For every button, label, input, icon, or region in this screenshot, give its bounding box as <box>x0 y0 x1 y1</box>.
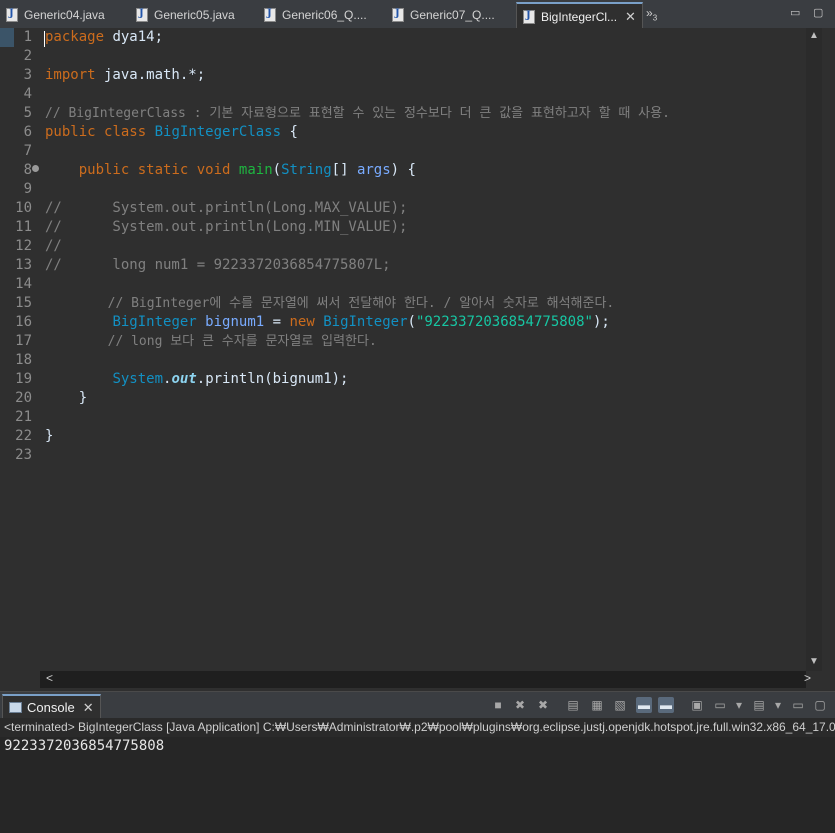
code-line-17: // long 보다 큰 수자를 문자열로 입력한다. <box>45 334 377 349</box>
overflow-count: 3 <box>652 13 658 23</box>
tab-label: Generic04.java <box>24 7 105 22</box>
tab-bigintegerclass[interactable]: BigIntegerCl... ✕ <box>516 2 643 29</box>
line-number: 14 <box>15 276 32 292</box>
show-on-stderr-icon[interactable]: ▬ <box>658 697 674 713</box>
chevron-down-icon[interactable]: ▾ <box>770 697 786 713</box>
code-line-15: // BigInteger에 수를 문자열에 써서 전달해야 한다. / 알아서… <box>45 296 615 311</box>
minimize-icon[interactable]: ▭ <box>790 697 806 713</box>
line-number: 17 <box>15 333 32 349</box>
line-number: 5 <box>23 105 32 121</box>
tab-generic07[interactable]: Generic07_Q.... <box>392 3 495 26</box>
horizontal-scrollbar[interactable]: < > <box>40 671 811 688</box>
chevron-left-icon[interactable]: < <box>46 671 53 685</box>
show-on-stdout-icon[interactable]: ▬ <box>636 697 652 713</box>
word-wrap-icon[interactable]: ▧ <box>612 697 628 713</box>
text-caret <box>44 31 45 47</box>
terminate-icon[interactable]: ■ <box>490 697 506 713</box>
close-icon[interactable]: ✕ <box>83 700 94 716</box>
java-file-icon <box>392 7 404 22</box>
console-process-status: <terminated> BigIntegerClass [Java Appli… <box>0 718 835 737</box>
pin-console-icon[interactable]: ▣ <box>689 697 705 713</box>
code-line-1: package dya14; <box>45 29 164 45</box>
overview-ruler <box>822 28 835 688</box>
tab-generic04[interactable]: Generic04.java <box>6 3 105 26</box>
line-number: 3 <box>23 67 32 83</box>
chevron-right-icon[interactable]: > <box>804 671 811 685</box>
tab-label: BigIntegerCl... <box>541 9 618 24</box>
tab-overflow-button[interactable]: »3 <box>646 6 657 22</box>
display-console-icon[interactable]: ▭ <box>712 697 728 713</box>
code-line-22: } <box>45 428 54 444</box>
java-file-icon <box>523 9 535 24</box>
vertical-scrollbar[interactable]: ▲ ▼ <box>806 28 822 671</box>
line-number: 16 <box>15 314 32 330</box>
line-number: 7 <box>23 143 32 159</box>
line-number: 12 <box>15 238 32 254</box>
chevron-down-icon[interactable]: ▾ <box>731 697 747 713</box>
code-line-6: public class BigIntegerClass { <box>45 124 298 140</box>
line-number: 10 <box>15 200 32 216</box>
editor-tab-bar: Generic04.java Generic05.java Generic06_… <box>0 0 835 29</box>
code-editor[interactable]: 1 2 3 4 5 6 7 8 9 10 11 12 13 14 15 16 1… <box>0 28 806 671</box>
line-number: 9 <box>23 181 32 197</box>
line-number: 4 <box>23 86 32 102</box>
code-line-8: public static void main(String[] args) { <box>78 162 416 178</box>
line-number: 15 <box>15 295 32 311</box>
fold-collapse-icon[interactable] <box>32 165 39 172</box>
line-number: 22 <box>15 428 32 444</box>
code-line-12: // <box>45 238 62 254</box>
code-line-3: import java.math.*; <box>45 67 206 83</box>
open-console-icon[interactable]: ▤ <box>751 697 767 713</box>
line-number: 6 <box>23 124 32 140</box>
tab-generic06[interactable]: Generic06_Q.... <box>264 3 367 26</box>
tab-generic05[interactable]: Generic05.java <box>136 3 235 26</box>
code-line-10: // System.out.println(Long.MAX_VALUE); <box>45 200 408 216</box>
console-output-text: 9223372036854775808 <box>4 738 165 754</box>
code-line-13: // long num1 = 9223372036854775807L; <box>45 257 391 273</box>
line-number: 2 <box>23 48 32 64</box>
maximize-icon[interactable]: ▢ <box>812 697 828 713</box>
code-line-19: System.out.println(bignum1); <box>112 371 349 387</box>
java-file-icon <box>6 7 18 22</box>
code-line-16: BigInteger bignum1 = new BigInteger("922… <box>112 314 610 330</box>
console-toolbar: Console ✕ ■ ✖ ✖ ▤ ▦ ▧ ▬ ▬ ▣ ▭ ▾ ▤ ▾ ▭ ▢ <box>0 691 835 719</box>
line-number: 18 <box>15 352 32 368</box>
clear-console-icon[interactable]: ▤ <box>565 697 581 713</box>
line-number: 20 <box>15 390 32 406</box>
remove-launch-icon[interactable]: ✖ <box>512 697 528 713</box>
line-number: 21 <box>15 409 32 425</box>
tab-label: Generic06_Q.... <box>282 7 367 22</box>
remove-all-terminated-icon[interactable]: ✖ <box>535 697 551 713</box>
code-line-20: } <box>45 390 88 406</box>
line-number: 11 <box>15 219 32 235</box>
chevron-double-right-icon: » <box>646 6 653 20</box>
line-number: 13 <box>15 257 32 273</box>
console-icon <box>9 702 22 713</box>
line-number: 1 <box>23 29 32 45</box>
line-number: 8 <box>23 162 32 178</box>
java-file-icon <box>136 7 148 22</box>
maximize-icon[interactable]: ▢ <box>813 6 827 19</box>
minimize-icon[interactable]: ▭ <box>790 6 804 19</box>
chevron-up-icon[interactable]: ▲ <box>809 30 819 41</box>
line-number: 19 <box>15 371 32 387</box>
scroll-lock-icon[interactable]: ▦ <box>589 697 605 713</box>
tab-label: Generic07_Q.... <box>410 7 495 22</box>
code-line-11: // System.out.println(Long.MIN_VALUE); <box>45 219 408 235</box>
close-icon[interactable]: ✕ <box>625 9 636 25</box>
code-line-5: // BigIntegerClass : 기본 자료형으로 표현할 수 있는 정… <box>45 106 670 121</box>
chevron-down-icon[interactable]: ▼ <box>809 656 819 667</box>
tab-console[interactable]: Console ✕ <box>2 694 101 719</box>
tab-label: Generic05.java <box>154 7 235 22</box>
line-number: 23 <box>15 447 32 463</box>
java-file-icon <box>264 7 276 22</box>
console-tab-label: Console <box>27 700 75 715</box>
console-output-area[interactable]: 9223372036854775808 <box>0 737 835 833</box>
